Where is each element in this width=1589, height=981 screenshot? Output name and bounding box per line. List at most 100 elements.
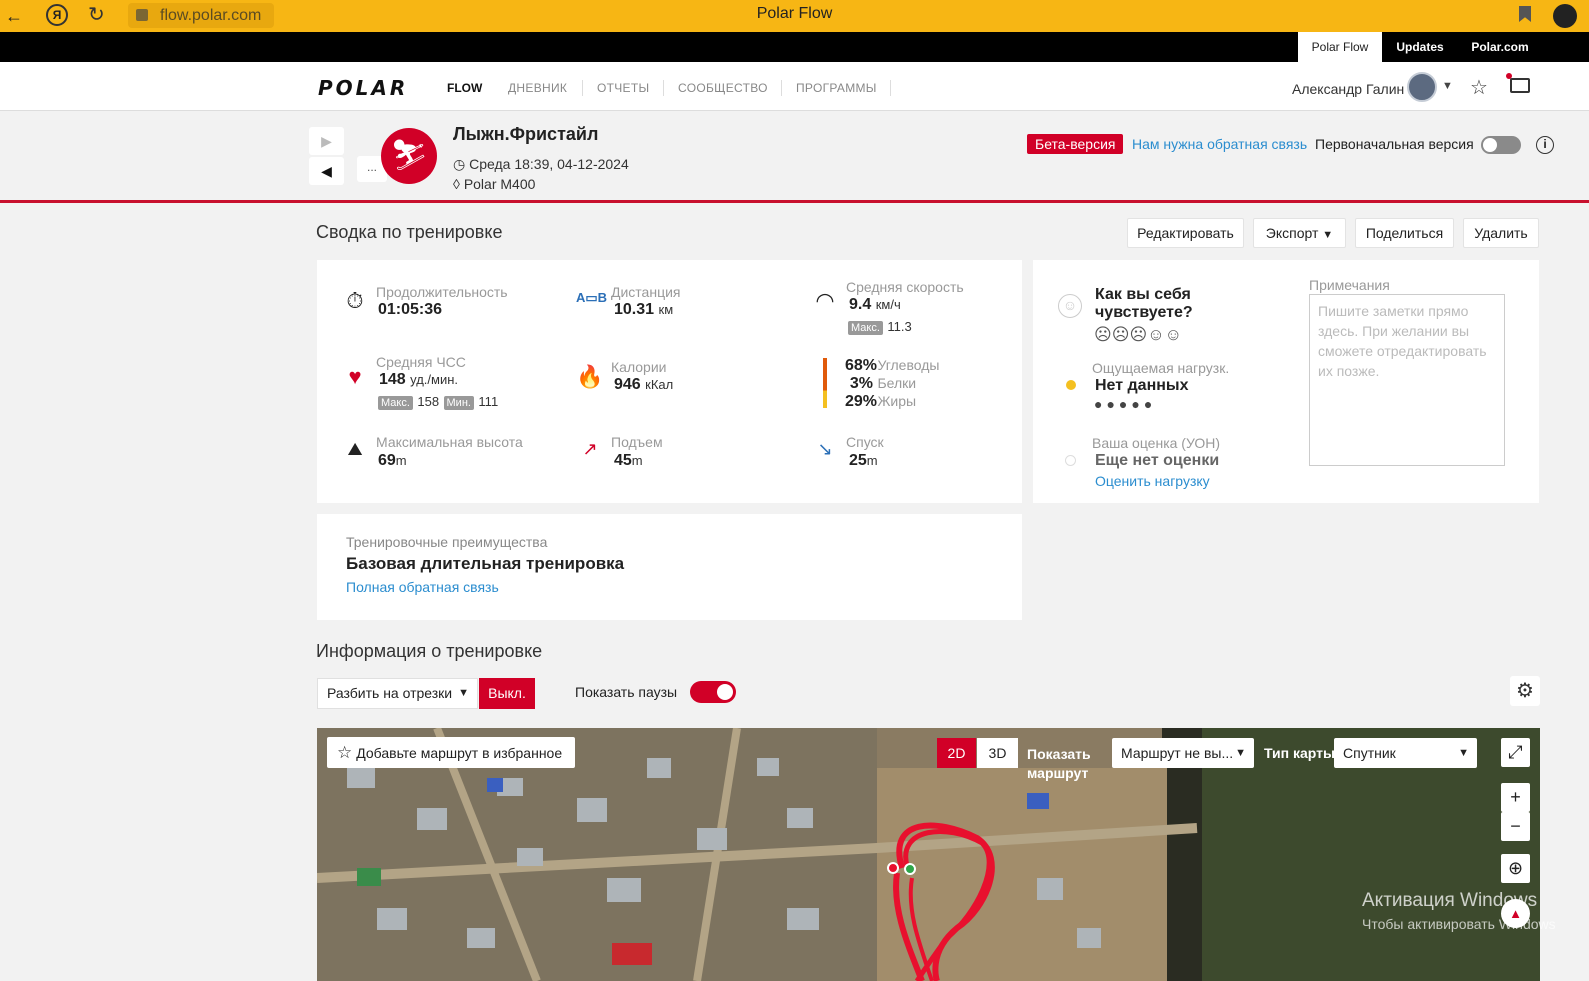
session-date-text: Среда 18:39, 04-12-2024 — [469, 156, 629, 172]
notes-field[interactable] — [1309, 294, 1505, 466]
perceived-load-value: Нет данных — [1095, 377, 1189, 394]
benefit-label: Тренировочные преимущества — [346, 534, 548, 550]
split-select[interactable]: Разбить на отрезки ▼ — [317, 678, 478, 709]
descent-icon: ↘ — [817, 439, 833, 459]
max-hr-value: 158 — [417, 394, 440, 409]
fullscreen-icon[interactable]: ⤢ — [1501, 738, 1530, 767]
previous-session-icon[interactable]: ◀ — [309, 157, 344, 185]
rpe-value: Еще нет оценки — [1095, 452, 1220, 469]
speedometer-icon: ◠ — [815, 288, 835, 313]
rate-load-link[interactable]: Оценить нагрузку — [1095, 473, 1210, 489]
distance-unit: км — [658, 302, 674, 317]
feedback-link[interactable]: Нам нужна обратная связь — [1132, 136, 1307, 152]
avg-hr-number: 148 — [379, 371, 406, 388]
perceived-load-dots: ●●●●● — [1094, 396, 1157, 412]
locate-icon[interactable]: ⊕ — [1501, 854, 1530, 883]
map-type-select[interactable]: Спутник ▼ — [1334, 738, 1477, 768]
macro-row: 68% Углеводы — [845, 357, 975, 375]
split-select-value: Разбить на отрезки — [327, 685, 453, 701]
nav-community[interactable]: СООБЩЕСТВО — [678, 81, 768, 95]
nav-divider — [781, 80, 782, 96]
original-version-label: Первоначальная версия — [1315, 136, 1474, 152]
avg-hr-unit: уд./мин. — [410, 372, 459, 387]
browser-profile-icon[interactable] — [1553, 4, 1577, 28]
macro-pct: 3% — [849, 375, 873, 392]
face-happy-icon[interactable]: ☺ — [1147, 325, 1164, 344]
chevron-down-icon: ▼ — [1458, 747, 1469, 759]
feeling-question: Как вы себя чувствуете? — [1095, 286, 1193, 321]
session-device-text: Polar M400 — [463, 176, 536, 192]
add-favorite-route-button[interactable]: ☆ Добавьте маршрут в избранное — [327, 737, 575, 768]
info-icon[interactable]: i — [1536, 136, 1554, 154]
star-icon: ☆ — [337, 743, 353, 762]
ascent-unit: m — [631, 453, 643, 468]
user-name[interactable]: Александр Галин — [1292, 81, 1404, 97]
max-speed: Макс. 11.3 — [848, 318, 912, 336]
descent-unit: m — [866, 453, 878, 468]
feeling-faces[interactable]: ☹☹☹☺☺ — [1094, 325, 1182, 345]
notifications-icon[interactable] — [1506, 73, 1530, 93]
avg-speed-value: 9.4 км/ч — [849, 296, 901, 314]
descent-value: 25m — [849, 452, 878, 470]
min-badge: Мин. — [443, 396, 474, 410]
max-badge: Макс. — [378, 396, 413, 410]
face-very-happy-icon[interactable]: ☺ — [1165, 325, 1182, 344]
polar-logo[interactable]: POLAR — [318, 76, 408, 100]
nav-diary[interactable]: ДНЕВНИК — [508, 81, 567, 95]
flame-icon: 🔥 — [576, 364, 604, 389]
macro-pct: 68% — [845, 357, 878, 374]
macro-row: 3% Белки — [845, 375, 975, 393]
share-button[interactable]: Поделиться — [1355, 218, 1454, 248]
max-alt-value: 69m — [378, 452, 407, 470]
face-neutral-icon[interactable]: ☹ — [1129, 325, 1147, 344]
nav-divider — [890, 80, 891, 96]
mountain-icon: ⛰ — [347, 439, 363, 459]
chevron-down-icon: ▼ — [1322, 229, 1334, 241]
avg-hr-label: Средняя ЧСС — [376, 354, 466, 370]
toplink-polar-com[interactable]: Polar.com — [1460, 32, 1540, 62]
hr-max-min: Макс. 158 Мин. 111 — [378, 393, 498, 411]
split-off-button[interactable]: Выкл. — [479, 678, 535, 709]
route-select[interactable]: Маршрут не вы... ▼ — [1112, 738, 1254, 768]
toplink-polar-flow[interactable]: Polar Flow — [1298, 32, 1382, 62]
perceived-load-label: Ощущаемая нагрузк. — [1092, 360, 1230, 376]
chevron-down-icon[interactable]: ▼ — [1442, 80, 1453, 92]
face-very-sad-icon[interactable]: ☹ — [1094, 325, 1112, 344]
map-3d-button[interactable]: 3D — [977, 738, 1018, 768]
next-session-icon[interactable]: ▶ — [309, 127, 344, 155]
distance-number: 10.31 — [614, 301, 655, 318]
avatar[interactable] — [1407, 72, 1437, 102]
original-version-toggle[interactable] — [1481, 136, 1521, 154]
export-button[interactable]: Экспорт ▼ — [1253, 218, 1346, 248]
star-icon[interactable]: ☆ — [1470, 75, 1488, 100]
edit-button[interactable]: Редактировать — [1127, 218, 1244, 248]
zoom-out-button[interactable]: − — [1501, 812, 1530, 841]
gear-icon[interactable]: ⚙ — [1510, 676, 1540, 706]
calories-value: 946 кКал — [614, 376, 673, 394]
macro-name: Углеводы — [877, 357, 940, 373]
zoom-in-button[interactable]: + — [1501, 783, 1530, 812]
max-alt-number: 69 — [378, 452, 396, 469]
nav-reports[interactable]: ОТЧЕТЫ — [597, 81, 649, 95]
delete-button[interactable]: Удалить — [1463, 218, 1539, 248]
watch-icon: ◊ — [453, 176, 464, 192]
show-route-label: Показать маршрут — [1027, 746, 1091, 781]
max-alt-unit: m — [395, 453, 407, 468]
full-feedback-link[interactable]: Полная обратная связь — [346, 579, 499, 595]
avg-speed-number: 9.4 — [849, 296, 872, 313]
ascent-number: 45 — [614, 452, 632, 469]
ascent-icon: ↗ — [582, 439, 598, 459]
nav-divider — [582, 80, 583, 96]
toplink-updates[interactable]: Updates — [1386, 32, 1454, 62]
nav-programs[interactable]: ПРОГРАММЫ — [796, 81, 877, 95]
max-alt-label: Максимальная высота — [376, 434, 523, 450]
face-sad-icon[interactable]: ☹ — [1112, 325, 1130, 344]
notes-label: Примечания — [1309, 277, 1390, 293]
show-pauses-toggle[interactable] — [690, 681, 736, 703]
ascent-label: Подъем — [611, 434, 663, 450]
show-pauses-label: Показать паузы — [575, 684, 678, 700]
avg-hr-value: 148 уд./мин. — [379, 371, 458, 389]
macro-bar — [823, 358, 827, 408]
map-2d-button[interactable]: 2D — [937, 738, 976, 768]
calories-unit: кКал — [645, 377, 674, 392]
